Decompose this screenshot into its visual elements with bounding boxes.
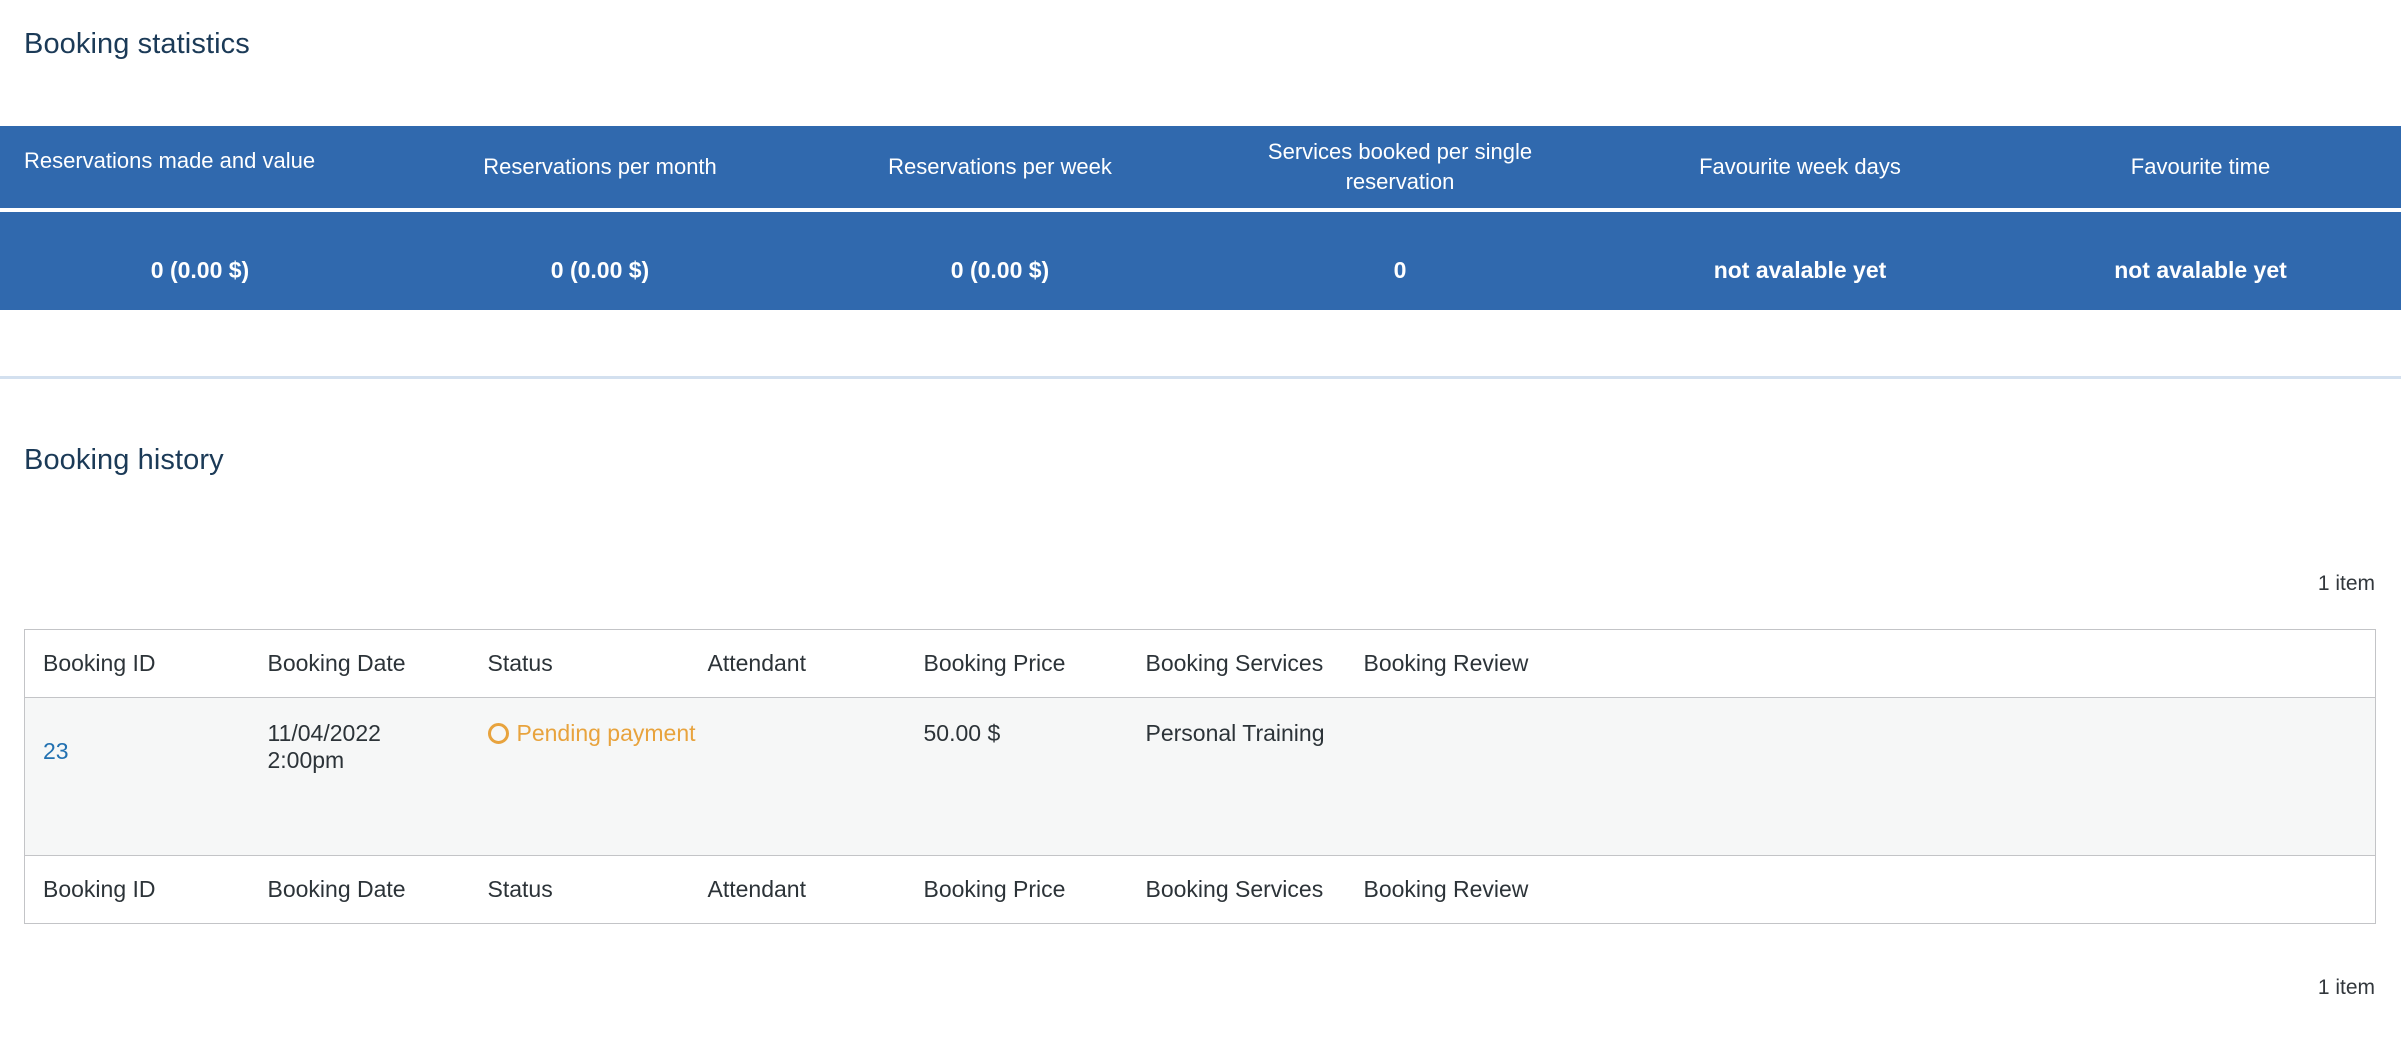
history-footer-row: Booking ID Booking Date Status Attendant… — [24, 855, 2376, 924]
column-header-booking-date[interactable]: Booking Date — [249, 629, 470, 698]
column-header-booking-review[interactable]: Booking Review — [1345, 629, 2376, 698]
cell-booking-id: 23 — [24, 697, 250, 856]
stats-value-favourite-week-days: not avalable yet — [1600, 210, 2000, 310]
stats-header-services-booked-per-single-reservation: Services booked per single reservation — [1200, 126, 1600, 212]
cell-booking-review — [1345, 697, 2376, 856]
status-label: Pending payment — [516, 720, 696, 746]
stats-value-row: 0 (0.00 $) 0 (0.00 $) 0 (0.00 $) 0 not a… — [0, 210, 2401, 310]
page-title-booking-statistics: Booking statistics — [24, 28, 250, 60]
footer-header-booking-date[interactable]: Booking Date — [249, 855, 470, 924]
cell-attendant — [689, 697, 906, 856]
stats-header-reservations-made-and-value: Reservations made and value — [0, 126, 400, 212]
item-count-top: 1 item — [2317, 572, 2375, 595]
stats-header-reservations-per-week: Reservations per week — [800, 126, 1200, 212]
booking-page: Booking statistics Reservations made and… — [0, 0, 2401, 1054]
cell-booking-price: 50.00 $ — [905, 697, 1128, 856]
stats-header-row: Reservations made and value Reservations… — [0, 126, 2401, 212]
history-header-row: Booking ID Booking Date Status Attendant… — [24, 629, 2376, 698]
column-header-status[interactable]: Status — [469, 629, 690, 698]
column-header-booking-price[interactable]: Booking Price — [905, 629, 1128, 698]
booking-id-link[interactable]: 23 — [43, 738, 69, 764]
column-header-attendant[interactable]: Attendant — [689, 629, 906, 698]
cell-status: Pending payment — [469, 697, 696, 856]
stats-value-reservations-per-month: 0 (0.00 $) — [400, 210, 800, 310]
stats-header-favourite-week-days: Favourite week days — [1600, 126, 2000, 212]
item-count-bottom: 1 item — [2317, 976, 2375, 999]
column-header-booking-id[interactable]: Booking ID — [24, 629, 250, 698]
stats-value-reservations-per-week: 0 (0.00 $) — [800, 210, 1200, 310]
footer-header-booking-price[interactable]: Booking Price — [905, 855, 1128, 924]
stats-value-favourite-time: not avalable yet — [2000, 210, 2401, 310]
status-badge: Pending payment — [487, 720, 696, 747]
footer-header-status[interactable]: Status — [469, 855, 690, 924]
section-divider — [0, 376, 2401, 379]
footer-header-booking-id[interactable]: Booking ID — [24, 855, 250, 924]
stats-value-reservations-made-and-value: 0 (0.00 $) — [0, 210, 400, 310]
cell-booking-services: Personal Training — [1127, 697, 1346, 856]
booking-history-table: Booking ID Booking Date Status Attendant… — [24, 629, 2376, 924]
circle-outline-icon — [487, 723, 509, 744]
footer-header-booking-services[interactable]: Booking Services — [1127, 855, 1346, 924]
cell-booking-date: 11/04/2022 2:00pm — [249, 697, 470, 856]
page-title-booking-history: Booking history — [24, 444, 224, 476]
stats-header-reservations-per-month: Reservations per month — [400, 126, 800, 212]
booking-history-table-wrapper: Booking ID Booking Date Status Attendant… — [24, 629, 2376, 924]
stats-value-services-booked-per-single-reservation: 0 — [1200, 210, 1600, 310]
footer-header-attendant[interactable]: Attendant — [689, 855, 906, 924]
column-header-booking-services[interactable]: Booking Services — [1127, 629, 1346, 698]
stats-header-favourite-time: Favourite time — [2000, 126, 2401, 212]
table-row: 23 11/04/2022 2:00pm Pending payment 50.… — [24, 697, 2376, 856]
booking-statistics-table: Reservations made and value Reservations… — [0, 126, 2401, 310]
footer-header-booking-review[interactable]: Booking Review — [1345, 855, 2376, 924]
